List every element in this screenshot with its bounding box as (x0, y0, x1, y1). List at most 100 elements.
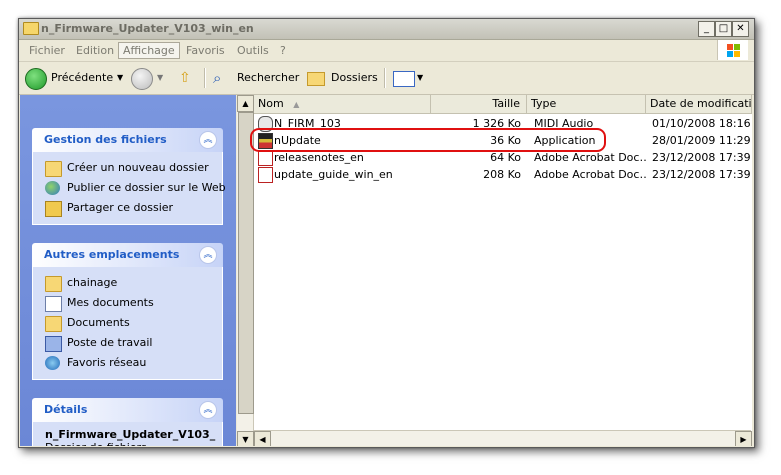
file-date: 23/12/2008 17:39 (652, 168, 751, 181)
folder-up-icon[interactable]: ⇧ (179, 67, 191, 89)
back-dropdown-icon[interactable]: ▼ (117, 67, 123, 89)
close-button[interactable]: ✕ (732, 21, 749, 37)
place-label: Mes documents (67, 296, 154, 309)
other-places-list: chainage Mes documents Documents Poste d… (32, 267, 223, 380)
file-tasks-header[interactable]: Gestion des fichiers ︽ (32, 128, 223, 152)
globe-icon (45, 181, 60, 195)
file-tasks-panel: Gestion des fichiers ︽ Créer un nouveau … (32, 128, 226, 225)
table-row[interactable]: nUpdate 36 Ko Application 28/01/2009 11:… (254, 132, 752, 149)
back-button[interactable]: Précédente (51, 67, 113, 89)
folder-icon (45, 316, 62, 332)
file-size: 36 Ko (490, 134, 521, 147)
application-icon (258, 133, 273, 149)
vertical-scrollbar[interactable]: ▲ ▼ (237, 95, 254, 446)
task-label: Créer un nouveau dossier (67, 161, 209, 174)
new-folder-icon (45, 161, 62, 177)
search-button[interactable]: Rechercher (237, 67, 299, 89)
forward-dropdown-icon[interactable]: ▼ (157, 67, 163, 89)
details-name: n_Firmware_Updater_V103_ (45, 428, 218, 441)
menu-affichage[interactable]: Affichage (118, 42, 180, 59)
menu-fichier[interactable]: Fichier (25, 43, 69, 58)
forward-arrow-icon[interactable] (131, 68, 153, 90)
task-label: Publier ce dossier sur le Web (67, 181, 226, 194)
details-body: n_Firmware_Updater_V103_ Dossier de fich… (32, 422, 223, 446)
column-header-type[interactable]: Type (527, 95, 646, 113)
file-size: 1 326 Ko (472, 117, 521, 130)
place-label: Favoris réseau (67, 356, 147, 369)
details-panel: Détails ︽ n_Firmware_Updater_V103_ Dossi… (32, 398, 223, 446)
chevron-up-icon[interactable]: ︽ (199, 401, 217, 419)
panel-title: Détails (44, 403, 88, 416)
details-type: Dossier de fichiers (45, 441, 222, 446)
chevron-up-icon[interactable]: ︽ (199, 131, 217, 149)
panel-title: Autres emplacements (44, 248, 180, 261)
maximize-button[interactable]: □ (715, 21, 732, 37)
file-date: 28/01/2009 11:29 (652, 134, 751, 147)
file-tasks-list: Créer un nouveau dossier Publier ce doss… (32, 152, 226, 225)
pdf-icon (258, 167, 273, 183)
place-my-computer[interactable]: Poste de travail (33, 333, 222, 353)
folders-button[interactable]: Dossiers (331, 67, 378, 89)
task-share-folder[interactable]: Partager ce dossier (33, 198, 222, 218)
scroll-left-icon[interactable]: ◀ (254, 431, 271, 446)
table-row[interactable]: N_FIRM_103 1 326 Ko MIDI Audio 01/10/200… (254, 115, 752, 132)
scroll-thumb[interactable] (238, 112, 254, 414)
title-bar[interactable]: n_Firmware_Updater_V103_win_en _ □ ✕ (19, 19, 754, 40)
explorer-window: n_Firmware_Updater_V103_win_en _ □ ✕ Fic… (18, 18, 755, 448)
task-publish-web[interactable]: Publier ce dossier sur le Web (33, 178, 226, 198)
window-title: n_Firmware_Updater_V103_win_en (41, 22, 254, 35)
toolbar-separator (384, 68, 386, 88)
menu-bar: Fichier Edition Affichage Favoris Outils… (19, 40, 754, 62)
file-type: Adobe Acrobat Doc… (534, 168, 646, 181)
chevron-up-icon[interactable]: ︽ (199, 246, 217, 264)
column-header-date[interactable]: Date de modification (646, 95, 752, 113)
horizontal-scrollbar[interactable]: ◀ ▶ (254, 430, 752, 446)
file-size: 64 Ko (490, 151, 521, 164)
toolbar: Précédente ▼ ▼ ⇧ ⌕ Rechercher Dossiers ▼ (19, 62, 754, 95)
place-documents[interactable]: Documents (33, 313, 222, 333)
scroll-down-icon[interactable]: ▼ (237, 431, 254, 446)
file-name: update_guide_win_en (274, 168, 393, 181)
panel-title: Gestion des fichiers (44, 133, 167, 146)
scroll-right-icon[interactable]: ▶ (735, 431, 752, 446)
scroll-up-icon[interactable]: ▲ (237, 95, 254, 112)
share-icon (45, 201, 62, 217)
column-headers: Nom ▲ Taille Type Date de modification (254, 95, 752, 114)
back-arrow-icon[interactable] (25, 68, 47, 90)
place-label: Documents (67, 316, 130, 329)
toolbar-separator (204, 68, 206, 88)
task-new-folder[interactable]: Créer un nouveau dossier (33, 158, 222, 178)
place-chainage[interactable]: chainage (33, 273, 222, 293)
file-date: 23/12/2008 17:39 (652, 151, 751, 164)
file-name: nUpdate (274, 134, 321, 147)
computer-icon (45, 336, 62, 352)
minimize-button[interactable]: _ (698, 21, 715, 37)
menu-outils[interactable]: Outils (233, 43, 273, 58)
file-rows: N_FIRM_103 1 326 Ko MIDI Audio 01/10/200… (254, 115, 752, 183)
task-pane: Gestion des fichiers ︽ Créer un nouveau … (20, 95, 236, 446)
other-places-header[interactable]: Autres emplacements ︽ (32, 243, 223, 267)
place-label: Poste de travail (67, 336, 153, 349)
column-label: Nom (258, 97, 284, 110)
windows-logo-icon (717, 40, 748, 60)
column-header-name[interactable]: Nom ▲ (254, 95, 431, 113)
details-header[interactable]: Détails ︽ (32, 398, 223, 422)
file-date: 01/10/2008 18:16 (652, 117, 751, 130)
table-row[interactable]: releasenotes_en 64 Ko Adobe Acrobat Doc…… (254, 149, 752, 166)
table-row[interactable]: update_guide_win_en 208 Ko Adobe Acrobat… (254, 166, 752, 183)
search-icon[interactable]: ⌕ (213, 67, 221, 89)
folders-icon[interactable] (307, 72, 325, 86)
views-dropdown-icon[interactable]: ▼ (417, 67, 423, 89)
menu-favoris[interactable]: Favoris (182, 43, 229, 58)
place-network[interactable]: Favoris réseau (33, 353, 222, 373)
column-header-size[interactable]: Taille (431, 95, 527, 113)
place-my-documents[interactable]: Mes documents (33, 293, 222, 313)
midi-icon (258, 116, 273, 132)
menu-help[interactable]: ? (276, 43, 290, 58)
views-icon[interactable] (393, 71, 415, 87)
file-type: Application (534, 134, 596, 147)
menu-edition[interactable]: Edition (72, 43, 118, 58)
my-documents-icon (45, 296, 62, 312)
folder-icon (23, 22, 39, 35)
file-type: MIDI Audio (534, 117, 594, 130)
